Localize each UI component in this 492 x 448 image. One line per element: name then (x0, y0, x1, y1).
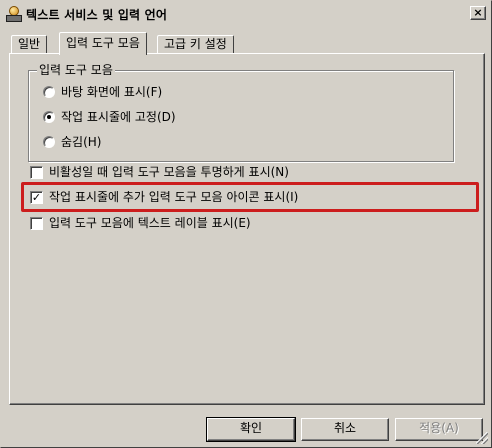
radio-dock-in-taskbar[interactable]: 작업 표시줄에 고정(D) (43, 110, 176, 124)
cancel-button[interactable]: 취소 (301, 418, 389, 441)
keyboard-user-icon (6, 6, 22, 22)
radio-button[interactable] (43, 86, 55, 98)
language-bar-groupbox: 입력 도구 모음 바탕 화면에 표시(F) 작업 표시줄에 고정(D) 숨김(H… (28, 63, 454, 162)
radio-label: 숨김(H) (61, 135, 102, 149)
tab-strip: 일반 입력 도구 모음 고급 키 설정 (9, 32, 485, 55)
radio-button-selected[interactable] (43, 111, 55, 123)
tab-panel-language-bar: 입력 도구 모음 바탕 화면에 표시(F) 작업 표시줄에 고정(D) 숨김(H… (9, 53, 485, 405)
tab-language-bar[interactable]: 입력 도구 모음 (59, 32, 147, 55)
checkbox-label: 입력 도구 모음에 텍스트 레이블 표시(E) (49, 216, 251, 230)
checkbox[interactable] (30, 165, 43, 179)
radio-button[interactable] (43, 136, 55, 148)
checkbox-label: 작업 표시줄에 추가 입력 도구 모음 아이콘 표시(I) (49, 190, 299, 204)
tab-advanced-key-settings[interactable]: 고급 키 설정 (157, 35, 234, 53)
radio-hidden[interactable]: 숨김(H) (43, 135, 101, 149)
radio-label: 작업 표시줄에 고정(D) (61, 110, 176, 124)
checkbox-checked[interactable]: ✓ (30, 190, 43, 204)
title-bar[interactable]: 텍스트 서비스 및 입력 언어 × (4, 4, 488, 24)
tab-general[interactable]: 일반 (11, 35, 48, 53)
checkbox-transparent-when-inactive[interactable]: 비활성일 때 입력 도구 모음을 투명하게 표시(N) (30, 165, 289, 179)
groupbox-legend: 입력 도구 모음 (37, 63, 115, 77)
resize-grip-icon[interactable] (476, 432, 488, 444)
close-button[interactable]: × (470, 6, 486, 20)
dialog-window: 텍스트 서비스 및 입력 언어 × 일반 입력 도구 모음 고급 키 설정 입력… (0, 0, 492, 448)
ok-button[interactable]: 확인 (206, 417, 296, 442)
radio-label: 바탕 화면에 표시(F) (61, 85, 163, 99)
window-title: 텍스트 서비스 및 입력 언어 (26, 7, 168, 22)
checkbox-label: 비활성일 때 입력 도구 모음을 투명하게 표시(N) (49, 165, 289, 179)
checkbox-show-text-labels[interactable]: 입력 도구 모음에 텍스트 레이블 표시(E) (30, 216, 251, 230)
apply-button[interactable]: 적용(A) (395, 418, 483, 441)
checkbox-additional-taskbar-icons[interactable]: ✓ 작업 표시줄에 추가 입력 도구 모음 아이콘 표시(I) (30, 190, 298, 204)
checkbox[interactable] (30, 216, 43, 230)
radio-show-on-desktop[interactable]: 바탕 화면에 표시(F) (43, 85, 162, 99)
